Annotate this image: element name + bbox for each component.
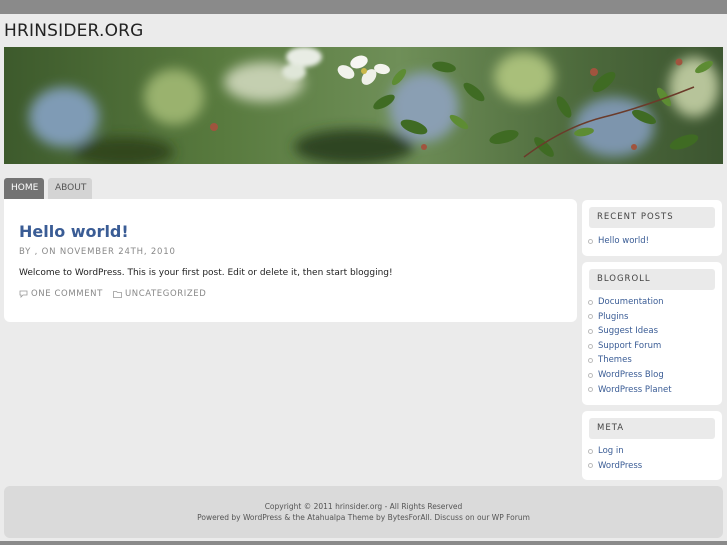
nav-tab-about[interactable]: ABOUT	[48, 178, 92, 199]
category-link[interactable]: UNCATEGORIZED	[125, 289, 206, 299]
list-item-label: Themes	[598, 355, 632, 366]
list-item-label: Suggest Ideas	[598, 326, 659, 337]
header-photo-flowers	[4, 47, 723, 164]
list-item-label: WordPress Blog	[598, 369, 664, 380]
blogroll-item[interactable]: WordPress Planet	[588, 383, 672, 398]
list-item-label: Log in	[598, 446, 624, 456]
bullet-icon	[588, 358, 593, 364]
footer-copyright: Copyright © 2011 hrinsider.org - All Rig…	[264, 502, 463, 511]
meta-item[interactable]: Log in	[588, 444, 642, 459]
folder-icon	[113, 291, 122, 298]
meta-item[interactable]: WordPress	[588, 459, 642, 474]
widget-title-recent-posts: RECENT POSTS	[589, 207, 715, 228]
top-bar	[0, 0, 727, 14]
bullet-icon	[588, 328, 593, 334]
bullet-icon	[588, 299, 593, 305]
widget-recent-posts: RECENT POSTS Hello world!	[582, 200, 722, 256]
list-item-label: Support Forum	[598, 340, 662, 351]
main-content: Hello world! BY , ON NOVEMBER 24TH, 2010…	[4, 199, 577, 322]
comments-link[interactable]: ONE COMMENT	[31, 289, 103, 299]
blogroll-item[interactable]: Suggest Ideas	[588, 324, 672, 339]
meta-list: Log in WordPress	[588, 444, 642, 473]
comment-icon	[19, 290, 28, 298]
post-footer: ONE COMMENT UNCATEGORIZED	[19, 289, 206, 299]
blogroll-list: Documentation Plugins Suggest Ideas Supp…	[588, 295, 672, 397]
bottom-bar	[0, 541, 727, 545]
bullet-icon	[588, 463, 593, 469]
blogroll-item[interactable]: Plugins	[588, 310, 672, 325]
site-footer: Copyright © 2011 hrinsider.org - All Rig…	[4, 486, 723, 538]
bullet-icon	[588, 372, 593, 378]
list-item-label: Hello world!	[598, 236, 650, 246]
post-body: Welcome to WordPress. This is your first…	[19, 268, 393, 278]
post-title-link[interactable]: Hello world!	[19, 222, 129, 241]
list-item-label: WordPress	[598, 460, 643, 471]
bullet-icon	[588, 314, 593, 320]
widget-meta: META Log in WordPress	[582, 411, 722, 480]
recent-post-item[interactable]: Hello world!	[588, 234, 649, 249]
blogroll-item[interactable]: WordPress Blog	[588, 368, 672, 383]
widget-blogroll: BLOGROLL Documentation Plugins Suggest I…	[582, 262, 722, 405]
recent-posts-list: Hello world!	[588, 234, 649, 249]
widget-title-meta: META	[589, 418, 715, 439]
blogroll-item[interactable]: Documentation	[588, 295, 672, 310]
list-item-label: WordPress Planet	[598, 384, 672, 395]
list-item-label: Plugins	[598, 311, 629, 322]
bullet-icon	[588, 238, 593, 244]
widget-title-blogroll: BLOGROLL	[589, 269, 715, 290]
blogroll-item[interactable]: Support Forum	[588, 339, 672, 354]
site-title[interactable]: HRINSIDER.ORG	[4, 21, 144, 41]
blogroll-item[interactable]: Themes	[588, 353, 672, 368]
footer-credits: Powered by WordPress & the Atahualpa The…	[197, 513, 530, 522]
post-meta: BY , ON NOVEMBER 24TH, 2010	[19, 247, 176, 257]
header-image	[4, 47, 723, 164]
nav-tab-home[interactable]: HOME	[4, 178, 44, 199]
bullet-icon	[588, 387, 593, 393]
bullet-icon	[588, 448, 593, 454]
bullet-icon	[588, 343, 593, 349]
list-item-label: Documentation	[598, 297, 664, 307]
